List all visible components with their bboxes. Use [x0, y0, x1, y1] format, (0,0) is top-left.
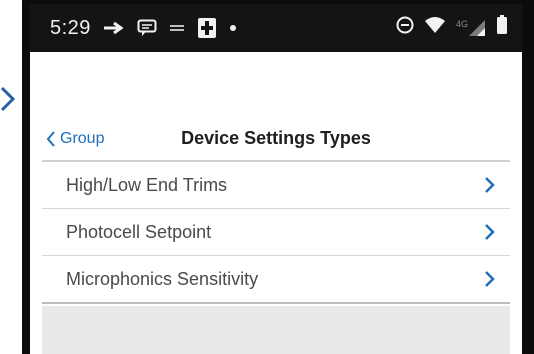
phone-screen: 5:29 4G Group Device Settings Types High… [22, 0, 534, 354]
wifi-icon [424, 16, 446, 40]
battery-icon [496, 15, 508, 41]
status-icons-right: 4G [396, 15, 508, 41]
arrow-icon [103, 21, 125, 35]
status-bar: 5:29 4G [30, 4, 522, 52]
list-item-microphonics-sensitivity[interactable]: Microphonics Sensitivity [42, 256, 510, 304]
list-item-high-low-end-trims[interactable]: High/Low End Trims [42, 162, 510, 209]
app-icon [197, 17, 217, 39]
list-item-photocell-setpoint[interactable]: Photocell Setpoint [42, 209, 510, 256]
minus-icon [169, 23, 185, 33]
page-title: Device Settings Types [181, 128, 371, 148]
chevron-right-icon [484, 270, 496, 288]
chevron-right-icon [484, 176, 496, 194]
side-arrow-icon [0, 86, 16, 112]
message-icon [137, 19, 157, 37]
status-time: 5:29 [50, 16, 91, 39]
list-item-label: Microphonics Sensitivity [66, 268, 259, 289]
network-label: 4G [455, 19, 468, 29]
list-item-label: Photocell Setpoint [66, 221, 212, 242]
bottom-empty-area [42, 306, 510, 354]
dnd-icon [396, 16, 414, 40]
signal-4g-icon: 4G [456, 19, 486, 37]
chevron-right-icon [484, 223, 496, 241]
list-item-label: High/Low End Trims [66, 174, 228, 195]
nav-header: Group Device Settings Types [42, 122, 510, 162]
settings-list: High/Low End Trims Photocell Setpoint Mi… [42, 162, 510, 304]
dot-icon [229, 24, 237, 32]
